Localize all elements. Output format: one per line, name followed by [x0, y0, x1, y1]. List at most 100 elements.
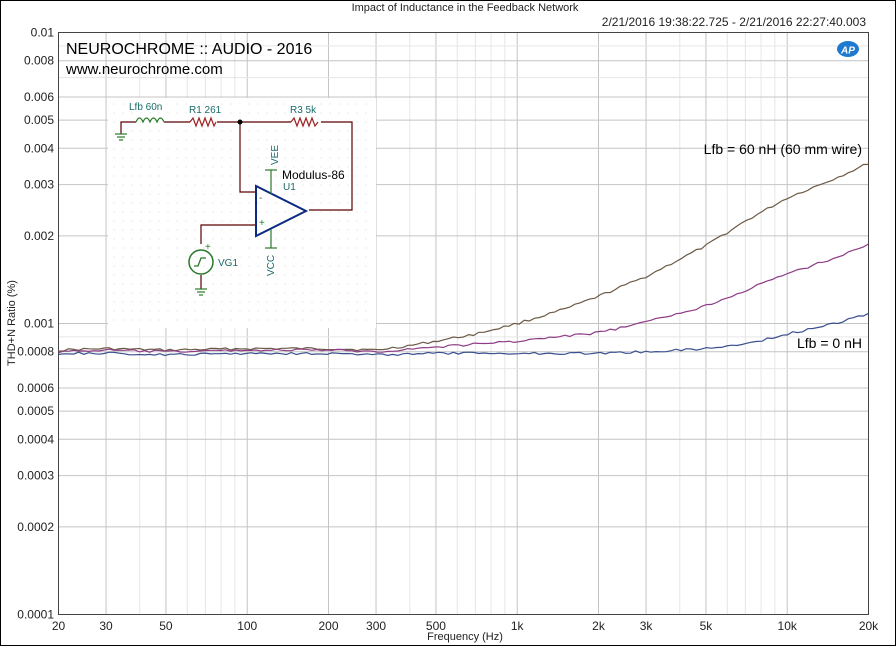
grid-dot [266, 238, 268, 240]
y-axis-label: THD+N Ratio (%) [6, 280, 18, 366]
grid-dot [203, 319, 205, 321]
grid-dot [158, 310, 160, 312]
grid-dot [338, 274, 340, 276]
grid-dot [131, 310, 133, 312]
grid-dot [194, 292, 196, 294]
grid-dot [140, 265, 142, 267]
grid-dot [248, 301, 250, 303]
grid-dot [113, 211, 115, 213]
grid-dot [140, 193, 142, 195]
grid-dot [167, 103, 169, 105]
grid-dot [149, 130, 151, 132]
grid-dot [212, 229, 214, 231]
grid-dot [230, 175, 232, 177]
grid-dot [356, 139, 358, 141]
grid-dot [347, 202, 349, 204]
grid-dot [176, 103, 178, 105]
grid-dot [158, 202, 160, 204]
grid-dot [158, 292, 160, 294]
grid-dot [239, 202, 241, 204]
grid-dot [122, 265, 124, 267]
grid-dot [284, 193, 286, 195]
grid-dot [158, 175, 160, 177]
grid-dot [203, 211, 205, 213]
grid-dot [230, 220, 232, 222]
grid-dot [158, 139, 160, 141]
grid-dot [149, 220, 151, 222]
grid-dot [221, 292, 223, 294]
grid-dot [140, 157, 142, 159]
grid-dot [131, 265, 133, 267]
grid-dot [149, 247, 151, 249]
y-tick-label: 0.0002 [17, 520, 54, 534]
grid-dot [140, 220, 142, 222]
grid-dot [329, 247, 331, 249]
grid-dot [284, 238, 286, 240]
grid-dot [248, 220, 250, 222]
grid-dot [356, 247, 358, 249]
grid-dot [230, 301, 232, 303]
grid-dot [320, 247, 322, 249]
grid-dot [284, 157, 286, 159]
grid-dot [185, 166, 187, 168]
grid-dot [185, 139, 187, 141]
grid-dot [176, 139, 178, 141]
grid-dot [149, 202, 151, 204]
grid-dot [248, 202, 250, 204]
grid-dot [239, 112, 241, 114]
grid-dot [194, 211, 196, 213]
grid-dot [167, 283, 169, 285]
grid-dot [356, 256, 358, 258]
grid-dot [338, 301, 340, 303]
grid-dot [149, 265, 151, 267]
grid-dot [131, 292, 133, 294]
grid-dot [113, 292, 115, 294]
grid-dot [194, 247, 196, 249]
grid-dot [221, 310, 223, 312]
grid-dot [356, 283, 358, 285]
y-tick-label: 0.002 [24, 229, 54, 243]
grid-dot [149, 292, 151, 294]
grid-dot [221, 148, 223, 150]
grid-dot [158, 283, 160, 285]
grid-dot [158, 256, 160, 258]
grid-dot [122, 247, 124, 249]
grid-dot [158, 184, 160, 186]
grid-dot [167, 274, 169, 276]
grid-dot [212, 274, 214, 276]
grid-dot [257, 103, 259, 105]
grid-dot [302, 247, 304, 249]
grid-dot [203, 148, 205, 150]
grid-dot [347, 274, 349, 276]
grid-dot [293, 265, 295, 267]
grid-dot [347, 148, 349, 150]
grid-dot [356, 175, 358, 177]
grid-dot [248, 211, 250, 213]
grid-dot [221, 130, 223, 132]
grid-dot [122, 283, 124, 285]
grid-dot [185, 292, 187, 294]
grid-dot [221, 301, 223, 303]
grid-dot [248, 256, 250, 258]
grid-dot [365, 112, 367, 114]
grid-dot [176, 112, 178, 114]
grid-dot [329, 148, 331, 150]
grid-dot [149, 301, 151, 303]
grid-dot [347, 283, 349, 285]
grid-dot [257, 301, 259, 303]
grid-dot [122, 202, 124, 204]
grid-dot [248, 265, 250, 267]
grid-dot [320, 283, 322, 285]
opamp-model-label: Modulus-86 [282, 168, 345, 182]
grid-dot [356, 292, 358, 294]
grid-dot [140, 301, 142, 303]
grid-dot [347, 238, 349, 240]
grid-dot [329, 256, 331, 258]
grid-dot [122, 292, 124, 294]
grid-dot [176, 292, 178, 294]
x-tick-label: 5k [700, 619, 714, 633]
grid-dot [329, 229, 331, 231]
grid-dot [113, 139, 115, 141]
grid-dot [248, 274, 250, 276]
grid-dot [230, 184, 232, 186]
